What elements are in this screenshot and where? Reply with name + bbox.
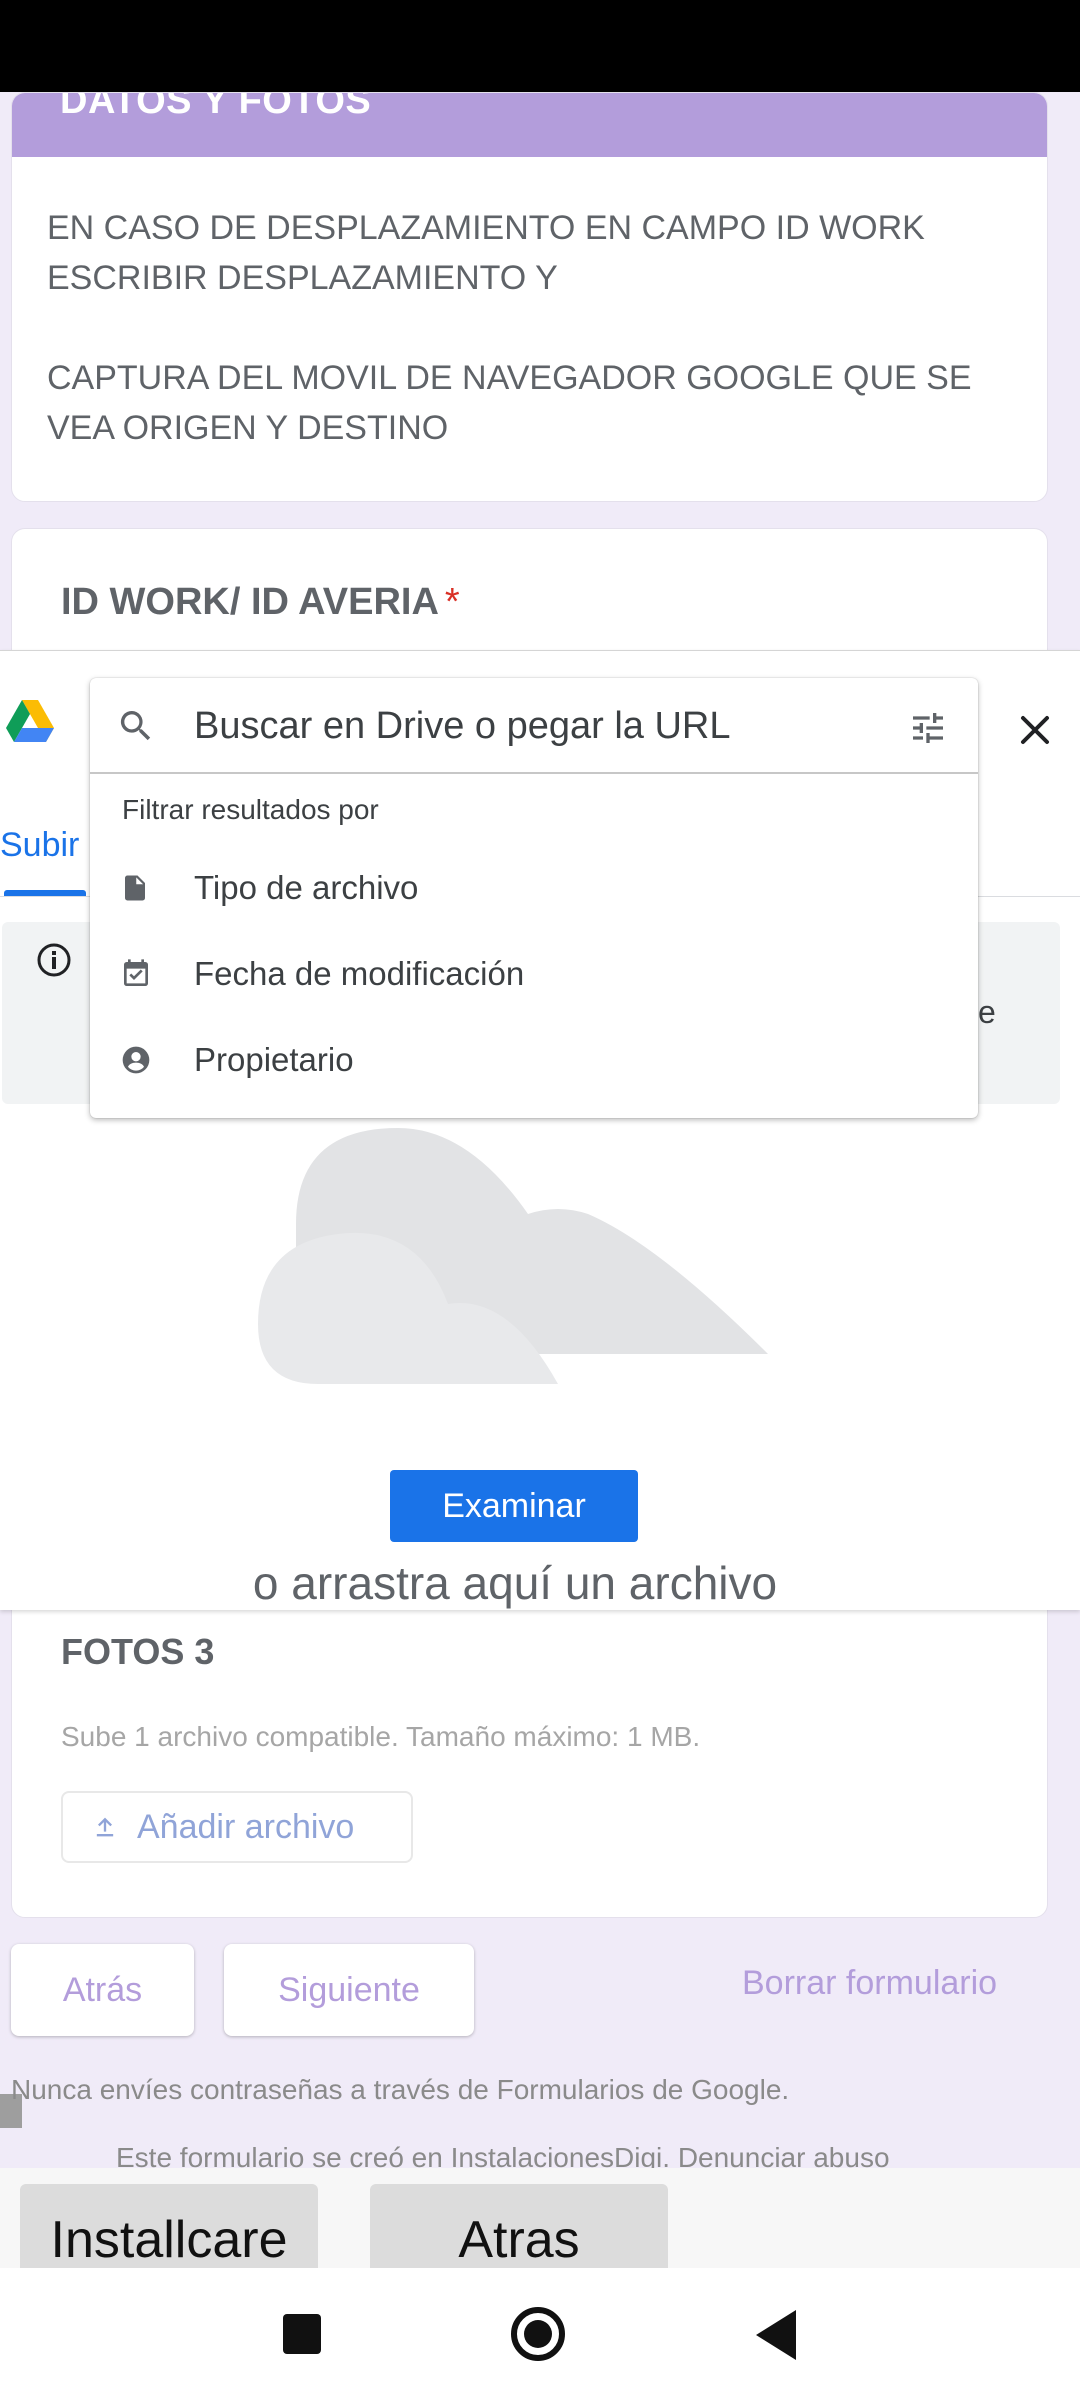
info-banner-text: e: [978, 994, 996, 1030]
filter-owner[interactable]: Propietario: [90, 1020, 978, 1100]
drag-drop-hint: o arrastra aquí un archivo: [252, 1557, 778, 1609]
clear-form-button[interactable]: Borrar formulario: [742, 1964, 997, 2003]
search-options-icon[interactable]: [908, 708, 948, 748]
filter-modified-date[interactable]: Fecha de modificación: [90, 934, 978, 1014]
filter-heading: Filtrar resultados por: [122, 794, 379, 825]
search-input[interactable]: [194, 696, 874, 756]
info-icon: [37, 943, 71, 977]
description-line-2: CAPTURA DEL MOVIL DE NAVEGADOR GOOGLE QU…: [47, 359, 972, 447]
filter-file-type[interactable]: Tipo de archivo: [90, 848, 978, 928]
atras-button[interactable]: Atras: [370, 2184, 668, 2270]
recents-icon[interactable]: [283, 2314, 321, 2354]
id-work-label-text: ID WORK/ ID AVERIA: [61, 581, 439, 623]
add-file-button[interactable]: Añadir archivo: [61, 1791, 413, 1863]
password-warning: Nunca envíes contraseñas a través de For…: [11, 2074, 790, 2105]
section-header-card: DATOS Y FOTOS EN CASO DE DESPLAZAMIENTO …: [11, 92, 1048, 502]
search-icon: [120, 711, 151, 741]
required-asterisk: *: [444, 581, 460, 623]
cloud-illustration-icon: [258, 1128, 768, 1384]
account-circle-icon: [122, 1046, 150, 1074]
fotos3-question-card: FOTOS 3 Sube 1 archivo compatible. Tamañ…: [11, 1580, 1048, 1918]
upload-icon: [96, 1817, 114, 1837]
add-file-label: Añadir archivo: [137, 1807, 355, 1846]
next-button[interactable]: Siguiente: [224, 1944, 474, 2036]
fotos3-hint: Sube 1 archivo compatible. Tamaño máximo…: [61, 1721, 701, 1752]
home-icon[interactable]: [510, 2306, 566, 2362]
section-title-bar: DATOS Y FOTOS: [12, 93, 1047, 157]
file-icon: [125, 875, 145, 901]
google-drive-logo-icon: [6, 700, 54, 742]
tab-upload[interactable]: Subir: [0, 826, 79, 865]
search-row: [90, 678, 978, 774]
installcare-button[interactable]: Installcare: [20, 2184, 318, 2270]
filter-owner-label: Propietario: [194, 1041, 354, 1078]
filter-modified-date-label: Fecha de modificación: [194, 955, 525, 992]
filter-file-type-label: Tipo de archivo: [194, 869, 419, 906]
id-work-label: ID WORK/ ID AVERIA *: [61, 581, 460, 624]
form-created-by[interactable]: Este formulario se creó en Instalaciones…: [116, 2142, 890, 2168]
section-title: DATOS Y FOTOS: [60, 92, 372, 122]
description-line-1: EN CASO DE DESPLAZAMIENTO EN CAMPO ID WO…: [47, 209, 925, 297]
back-nav-icon[interactable]: [752, 2308, 798, 2362]
browse-button[interactable]: Examinar: [390, 1470, 638, 1542]
calendar-check-icon: [124, 959, 148, 986]
status-bar: [0, 0, 1080, 92]
close-icon[interactable]: [1015, 710, 1055, 750]
back-button[interactable]: Atrás: [11, 1944, 194, 2036]
fotos3-title: FOTOS 3: [61, 1631, 215, 1672]
section-description: EN CASO DE DESPLAZAMIENTO EN CAMPO ID WO…: [47, 203, 1007, 501]
